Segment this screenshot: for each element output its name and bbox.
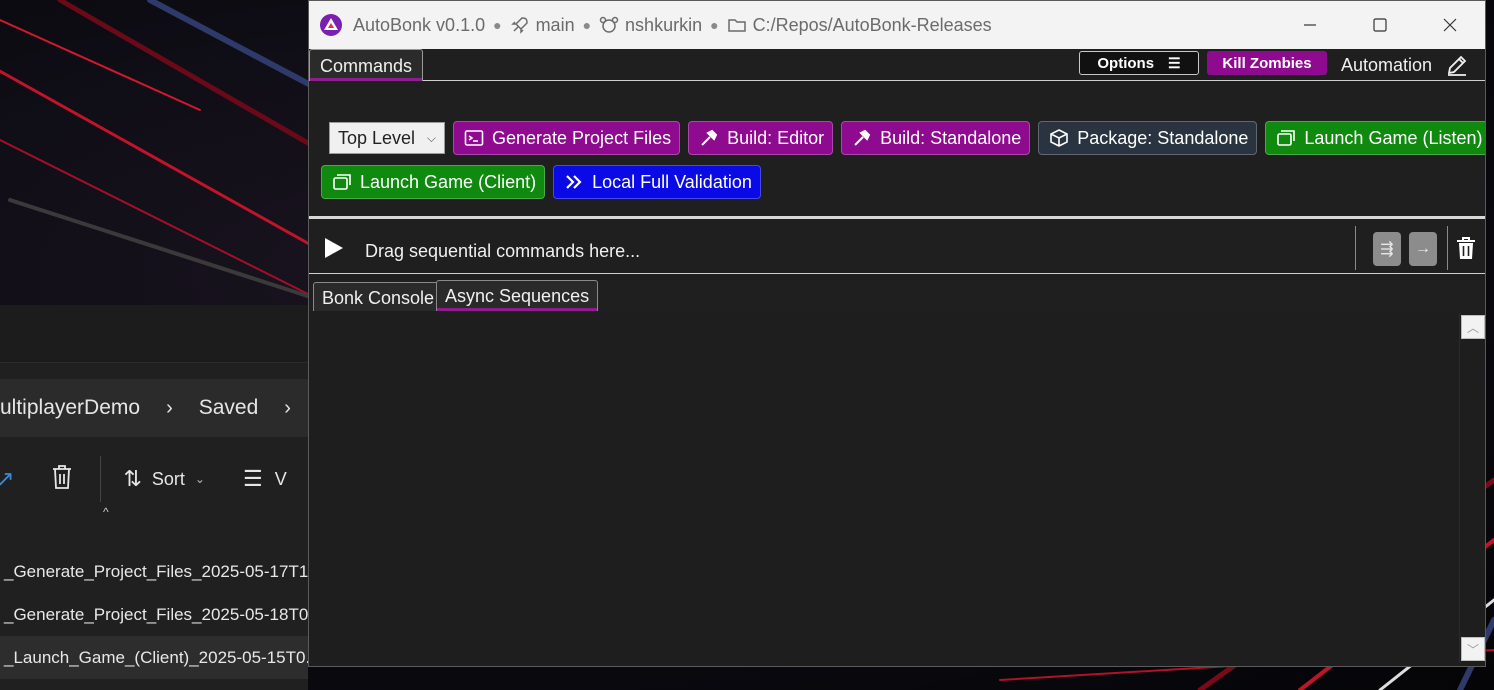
button-label: Generate Project Files <box>492 127 672 148</box>
share-icon[interactable]: ↗ <box>0 466 14 492</box>
sort-indicator-icon: ^ <box>103 505 109 519</box>
breadcrumb[interactable]: ultiplayerDemo › Saved › <box>0 379 308 437</box>
scroll-up-button[interactable]: ︿ <box>1461 315 1485 339</box>
breadcrumb-item[interactable]: Saved <box>199 396 259 420</box>
menubar: Commands Options ☰ Kill Zombies Automati… <box>309 49 1485 81</box>
options-button[interactable]: Options ☰ <box>1079 51 1199 75</box>
button-label: Launch Game (Listen) <box>1304 127 1483 148</box>
separator-dot: ● <box>582 17 592 33</box>
chevron-down-icon: ﹀ <box>1466 642 1479 657</box>
toolbar-divider <box>100 456 102 502</box>
app-title: AutoBonk v0.1.0 <box>353 14 486 35</box>
commands-panel: Top Level ⌵ Generate Project Files Build… <box>309 81 1485 219</box>
hammer-icon <box>854 129 871 146</box>
file-explorer-window: ultiplayerDemo › Saved › ↗ ⇅ Sort ⌄ ☰ V … <box>0 305 308 690</box>
maximize-icon <box>1373 18 1387 32</box>
automation-menu[interactable]: Automation <box>1341 49 1468 81</box>
sequence-bar[interactable]: Drag sequential commands here... ⇶ → <box>309 222 1485 274</box>
kill-zombies-button[interactable]: Kill Zombies <box>1207 51 1327 75</box>
commands-row: Top Level ⌵ Generate Project Files Build… <box>329 121 1485 155</box>
repo-path: C:/Repos/AutoBonk-Releases <box>752 14 992 35</box>
chevron-down-icon: ⌵ <box>426 130 436 145</box>
play-icon[interactable] <box>325 238 343 258</box>
button-label: Build: Standalone <box>880 127 1022 148</box>
folder-icon <box>727 19 746 32</box>
window-titlebar[interactable]: AutoBonk v0.1.0 ● main ● nshkurkin ● C:/… <box>309 1 1485 49</box>
chevron-up-icon: ︿ <box>1466 320 1479 335</box>
list-item[interactable]: _Generate_Project_Files_2025-05-18T0... <box>0 593 308 636</box>
user-icon <box>599 16 619 33</box>
button-label: Build: Editor <box>727 127 825 148</box>
generate-project-files-button[interactable]: Generate Project Files <box>453 121 681 155</box>
scroll-down-button[interactable]: ﹀ <box>1461 637 1485 661</box>
separator-dot: ● <box>493 17 502 33</box>
parallel-button[interactable]: ⇶ <box>1373 232 1401 266</box>
list-item[interactable]: _Launch_Game_(Client)_2025-05-15T0... <box>0 636 308 679</box>
windows-icon <box>1277 130 1296 146</box>
separator-dot: ● <box>710 17 719 33</box>
commands-row: Launch Game (Client) Local Full Validati… <box>321 165 761 199</box>
close-button[interactable] <box>1415 1 1485 49</box>
options-label: Options <box>1097 54 1155 72</box>
package-standalone-button[interactable]: Package: Standalone <box>1038 121 1258 155</box>
trash-icon[interactable] <box>1455 236 1477 262</box>
chevron-right-icon: › <box>284 396 291 419</box>
explorer-titlebar <box>0 305 308 363</box>
edit-icon[interactable] <box>1446 54 1468 76</box>
sort-icon: ⇅ <box>123 466 142 491</box>
divider <box>1447 226 1448 270</box>
divider <box>1355 226 1356 270</box>
scope-select[interactable]: Top Level ⌵ <box>329 122 445 154</box>
rocket-icon <box>510 17 528 34</box>
minimize-icon <box>1304 24 1316 26</box>
console-output[interactable]: ︿ ﹀ <box>309 311 1485 666</box>
package-icon <box>1050 129 1069 147</box>
terminal-icon <box>464 130 484 146</box>
delete-icon[interactable] <box>50 464 74 495</box>
app-logo-icon <box>320 14 342 36</box>
launch-game-listen-button[interactable]: Launch Game (Listen) <box>1265 121 1485 155</box>
breadcrumb-item[interactable]: ultiplayerDemo <box>0 396 140 420</box>
explorer-toolbar: ↗ ⇅ Sort ⌄ ☰ V <box>0 450 308 508</box>
chevron-down-icon: ⌄ <box>194 472 205 486</box>
automation-label: Automation <box>1341 55 1433 75</box>
vertical-scrollbar[interactable]: ︿ ﹀ <box>1459 313 1485 663</box>
maximize-button[interactable] <box>1345 1 1415 49</box>
view-label: V <box>274 468 287 489</box>
autobonk-window: AutoBonk v0.1.0 ● main ● nshkurkin ● C:/… <box>308 0 1486 667</box>
button-label: Local Full Validation <box>592 171 752 192</box>
launch-game-client-button[interactable]: Launch Game (Client) <box>321 165 546 199</box>
local-full-validation-button[interactable]: Local Full Validation <box>553 165 761 199</box>
close-icon <box>1443 18 1457 32</box>
list-item[interactable]: _Generate_Project_Files_2025-05-17T1... <box>0 550 308 593</box>
windows-icon <box>333 174 351 190</box>
window-controls <box>1275 1 1485 49</box>
tab-commands[interactable]: Commands <box>309 49 424 81</box>
lower-tabs: Bonk Console Async Sequences <box>309 277 1485 311</box>
user-label: nshkurkin <box>625 14 703 35</box>
button-label: Launch Game (Client) <box>360 171 537 192</box>
hamburger-icon: ☰ <box>1168 54 1181 71</box>
sort-label: Sort <box>151 468 185 489</box>
hammer-icon <box>701 129 718 146</box>
sequence-hint: Drag sequential commands here... <box>365 241 641 261</box>
sort-button[interactable]: ⇅ Sort ⌄ <box>123 466 205 492</box>
scope-select-value: Top Level <box>338 127 416 148</box>
view-icon: ☰ <box>242 466 263 491</box>
sequential-button[interactable]: → <box>1409 232 1437 266</box>
build-standalone-button[interactable]: Build: Standalone <box>841 121 1031 155</box>
tab-bonk-console[interactable]: Bonk Console <box>313 282 444 311</box>
tab-async-sequences[interactable]: Async Sequences <box>436 280 599 311</box>
chevron-right-icon: › <box>166 396 173 419</box>
file-list: _Generate_Project_Files_2025-05-17T1... … <box>0 550 308 679</box>
branch-label: main <box>535 14 575 35</box>
view-button[interactable]: ☰ V <box>243 466 287 492</box>
arrow-right-icon: → <box>1415 240 1431 257</box>
parallel-icon: ⇶ <box>1380 241 1394 258</box>
build-editor-button[interactable]: Build: Editor <box>688 121 834 155</box>
minimize-button[interactable] <box>1275 1 1345 49</box>
button-label: Package: Standalone <box>1077 127 1249 148</box>
double-chevron-icon <box>566 175 582 189</box>
